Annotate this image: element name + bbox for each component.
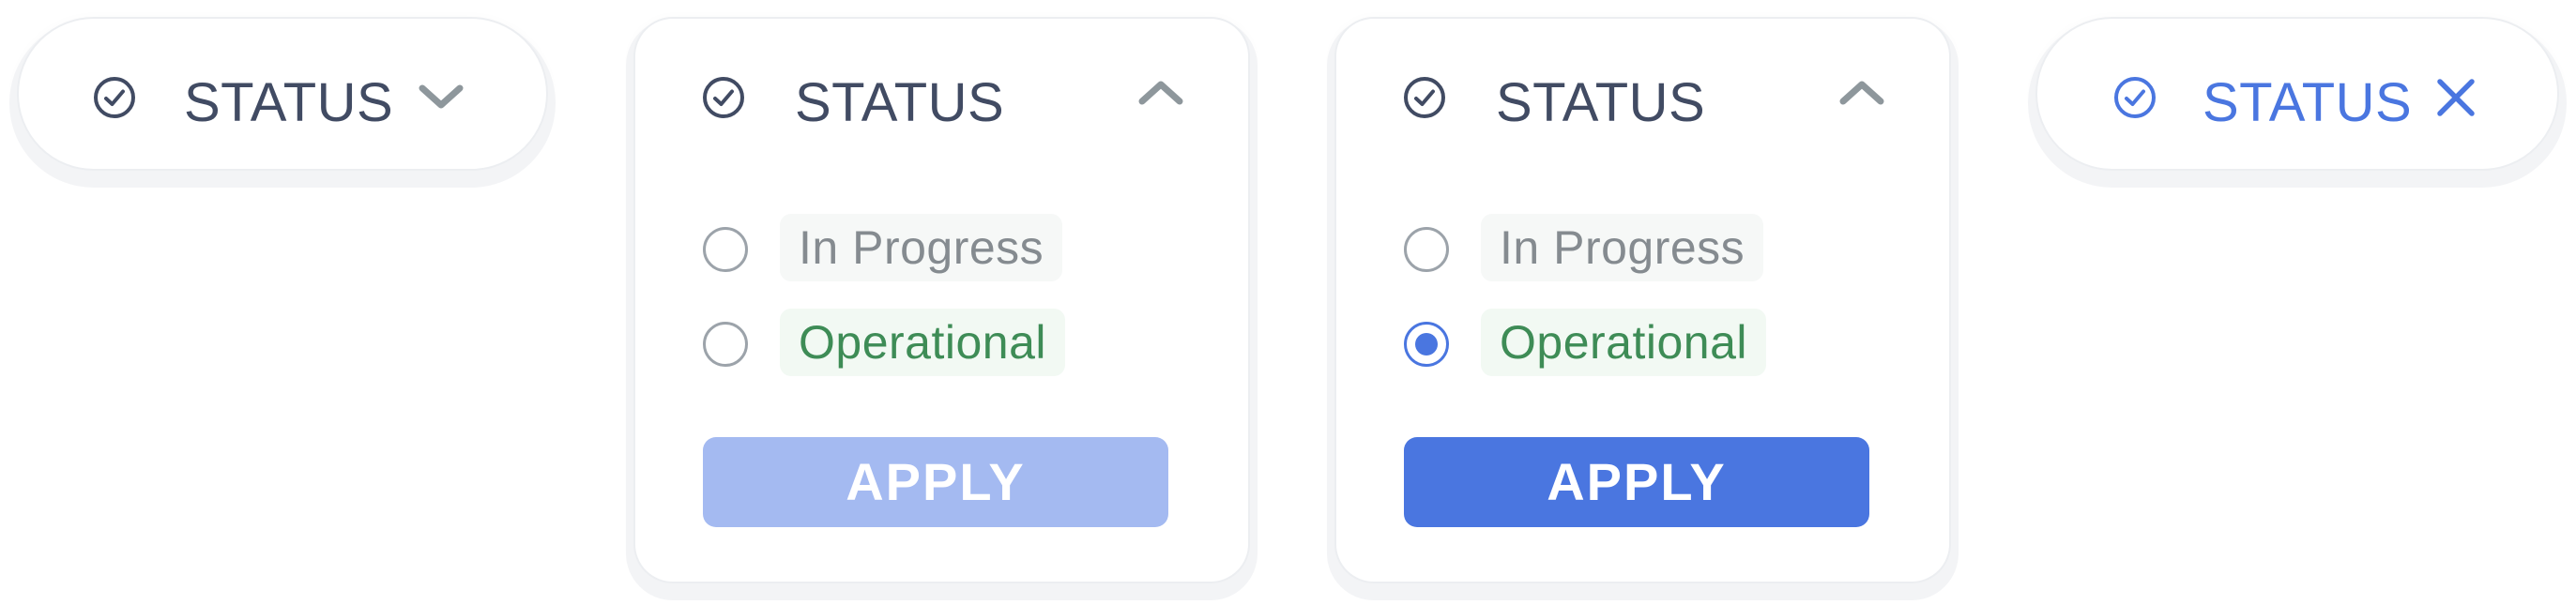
option-operational[interactable]: Operational — [703, 309, 1097, 380]
status-filter-header[interactable]: STATUS — [2037, 19, 2557, 173]
option-label: In Progress — [780, 214, 1063, 281]
radio-in-progress[interactable] — [703, 227, 748, 272]
status-filter-header[interactable]: STATUS — [635, 19, 1248, 173]
option-label: Operational — [1481, 309, 1766, 376]
chevron-up-icon[interactable] — [1136, 77, 1185, 109]
option-in-progress[interactable]: In Progress — [703, 214, 1078, 285]
filter-title: STATUS — [184, 72, 394, 133]
check-circle-icon — [2114, 77, 2156, 118]
radio-operational[interactable] — [703, 322, 748, 367]
status-filter-header[interactable]: STATUS — [19, 19, 546, 173]
option-label: Operational — [780, 309, 1065, 376]
filter-title: STATUS — [2203, 72, 2413, 133]
apply-button[interactable]: APPLY — [703, 437, 1168, 527]
radio-in-progress[interactable] — [1404, 227, 1449, 272]
status-filter-header[interactable]: STATUS — [1336, 19, 1949, 173]
filter-title: STATUS — [1496, 72, 1706, 133]
check-circle-icon — [703, 77, 744, 118]
check-circle-icon — [94, 77, 135, 118]
radio-operational-selected[interactable] — [1404, 322, 1449, 367]
status-filter-states: STATUS STATUS In Progress Operational AP… — [0, 0, 2576, 605]
status-filter-dropdown-empty: STATUS In Progress Operational APPLY — [633, 17, 1250, 583]
option-in-progress[interactable]: In Progress — [1404, 214, 1779, 285]
apply-button[interactable]: APPLY — [1404, 437, 1869, 527]
chevron-down-icon[interactable] — [417, 81, 465, 113]
option-label: In Progress — [1481, 214, 1764, 281]
status-filter-dropdown-selected: STATUS In Progress Operational APPLY — [1334, 17, 1951, 583]
check-circle-icon — [1404, 77, 1445, 118]
status-filter-active[interactable]: STATUS — [2035, 17, 2559, 171]
close-icon[interactable] — [2435, 77, 2477, 118]
option-operational[interactable]: Operational — [1404, 309, 1798, 380]
chevron-up-icon[interactable] — [1837, 77, 1886, 109]
status-filter-collapsed[interactable]: STATUS — [17, 17, 548, 171]
filter-title: STATUS — [795, 72, 1005, 133]
